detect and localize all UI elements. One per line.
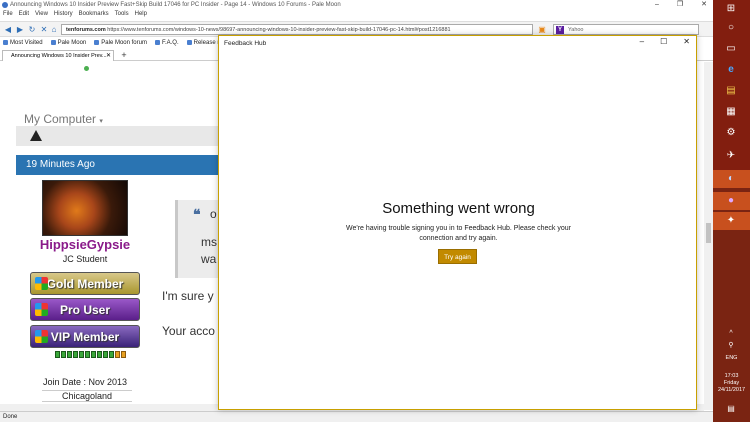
maximize-icon[interactable]: ❐ bbox=[677, 0, 683, 10]
windows-logo-icon bbox=[35, 330, 48, 343]
home-icon[interactable]: ⌂ bbox=[49, 25, 59, 35]
task-view-icon[interactable]: ▭ bbox=[725, 43, 737, 55]
menu-help[interactable]: Help bbox=[135, 11, 147, 20]
menu-view[interactable]: View bbox=[35, 11, 48, 20]
pale-moon-taskbar-item[interactable]: ◐ bbox=[713, 170, 750, 188]
close-icon[interactable]: ✕ bbox=[701, 0, 707, 10]
file-explorer-icon[interactable]: ▤ bbox=[725, 85, 737, 97]
clock-day[interactable]: Friday bbox=[713, 380, 750, 387]
pale-moon-icon: ◐ bbox=[727, 173, 735, 184]
store-icon[interactable]: ▦ bbox=[725, 106, 737, 118]
scrollbar-thumb[interactable] bbox=[706, 223, 711, 243]
post-header: 19 Minutes Ago bbox=[16, 155, 222, 175]
title-bar: Announcing Windows 10 Insider Preview Fa… bbox=[0, 0, 713, 10]
chevron-down-icon: ▾ bbox=[99, 118, 103, 125]
tab-label: Announcing Windows 10 Insider Prev... bbox=[11, 53, 107, 59]
stop-icon[interactable]: ✕ bbox=[39, 25, 49, 35]
minimize-icon[interactable]: – bbox=[640, 37, 644, 46]
reputation-bar bbox=[55, 351, 126, 358]
post-text-1: I'm sure y bbox=[162, 289, 214, 303]
rss-icon[interactable]: ▣ bbox=[537, 25, 547, 35]
minimize-icon[interactable]: – bbox=[655, 0, 659, 10]
windows-logo-icon bbox=[35, 303, 48, 316]
bookmark-most-visited[interactable]: Most Visited bbox=[3, 38, 43, 49]
quote-text-3: wa bbox=[201, 252, 217, 266]
new-tab-button[interactable]: + bbox=[118, 50, 130, 61]
bookmark-pale-moon-forum[interactable]: Pale Moon forum bbox=[94, 38, 147, 49]
taskbar: ⊞ ○ ▭ e ▤ ▦ ⚙ ✈ ◐ ● ✦ ^ ⚲ ENG 17:03 Frid… bbox=[713, 0, 750, 422]
dialog-title: Feedback Hub bbox=[224, 40, 267, 47]
settings-icon[interactable]: ⚙ bbox=[725, 127, 737, 139]
forward-icon[interactable]: ▶ bbox=[15, 25, 25, 35]
quote-icon: ❝ bbox=[193, 206, 201, 222]
bookmark-pale-moon[interactable]: Pale Moon bbox=[51, 38, 87, 49]
avatar[interactable] bbox=[42, 180, 128, 236]
location: Chicagoland bbox=[42, 390, 132, 402]
badge-label: Gold Member bbox=[46, 277, 124, 291]
network-icon[interactable]: ⚲ bbox=[725, 340, 737, 352]
badge-label: VIP Member bbox=[50, 330, 120, 344]
menu-edit[interactable]: Edit bbox=[19, 11, 29, 20]
warning-icon bbox=[30, 130, 42, 141]
search-icon[interactable]: ○ bbox=[725, 22, 737, 34]
quote-text-1: o bbox=[210, 207, 217, 221]
start-icon[interactable]: ⊞ bbox=[725, 3, 737, 15]
feedback-taskbar-item[interactable]: ● bbox=[713, 192, 750, 210]
feedback-hub-window: Feedback Hub – ☐ ✕ Something went wrong … bbox=[218, 35, 697, 410]
edge-icon[interactable]: e bbox=[725, 64, 737, 76]
menu-file[interactable]: File bbox=[3, 11, 13, 20]
quote-text-2: ms bbox=[201, 235, 217, 249]
error-message: We're having trouble signing you in to F… bbox=[346, 225, 571, 242]
menu-bar: File Edit View History Bookmarks Tools H… bbox=[0, 11, 147, 20]
tab-announcing[interactable]: Announcing Windows 10 Insider Prev... ✕ bbox=[2, 50, 114, 61]
yahoo-icon: Y bbox=[556, 26, 564, 34]
url-domain: tenforums.com bbox=[66, 27, 106, 33]
pro-user-badge: Pro User bbox=[30, 298, 140, 321]
online-status-icon bbox=[84, 66, 89, 71]
username[interactable]: HippsieGypsie bbox=[16, 237, 154, 252]
language-indicator[interactable]: ENG bbox=[713, 355, 750, 362]
feedback-hub-icon: ● bbox=[727, 195, 735, 206]
window-controls: – ❐ ✕ bbox=[655, 0, 707, 10]
chevron-up-icon[interactable]: ^ bbox=[725, 328, 737, 340]
search-input[interactable]: Y Yahoo bbox=[553, 24, 699, 35]
bookmark-faq[interactable]: F.A.Q. bbox=[155, 38, 179, 49]
try-again-button[interactable]: Try again bbox=[438, 249, 477, 264]
error-heading: Something went wrong bbox=[382, 200, 535, 217]
close-icon[interactable]: ✕ bbox=[683, 37, 690, 46]
join-date: Join Date : Nov 2013 bbox=[42, 377, 128, 387]
window-title: Announcing Windows 10 Insider Preview Fa… bbox=[10, 2, 341, 8]
clock-time[interactable]: 17:03 bbox=[713, 373, 750, 380]
warning-row bbox=[16, 126, 226, 146]
url-text: https://www.tenforums.com/windows-10-new… bbox=[107, 27, 451, 33]
reload-icon[interactable]: ↻ bbox=[27, 25, 37, 35]
post-time: 19 Minutes Ago bbox=[26, 159, 95, 170]
notifications-icon[interactable]: ▤ bbox=[725, 403, 737, 415]
app-icon[interactable]: ✈ bbox=[725, 150, 737, 162]
my-computer-label: My Computer bbox=[24, 112, 97, 126]
dialog-window-controls: – ☐ ✕ bbox=[640, 37, 690, 46]
people-icon: ✦ bbox=[726, 215, 736, 226]
vip-member-badge: VIP Member bbox=[30, 325, 140, 348]
maximize-icon[interactable]: ☐ bbox=[660, 37, 667, 46]
bookmarks-bar: Most Visited Pale Moon Pale Moon forum F… bbox=[0, 38, 232, 49]
windows-logo-icon bbox=[35, 277, 48, 290]
address-bar[interactable]: tenforums.com https://www.tenforums.com/… bbox=[61, 24, 533, 35]
clock-date[interactable]: 24/11/2017 bbox=[713, 387, 750, 394]
menu-bookmarks[interactable]: Bookmarks bbox=[79, 11, 109, 20]
my-computer-dropdown[interactable]: My Computer ▾ bbox=[24, 112, 103, 126]
user-title: JC Student bbox=[62, 254, 108, 264]
feedback-hub-taskbar-item[interactable]: ✦ bbox=[713, 212, 750, 230]
pale-moon-icon bbox=[2, 2, 8, 8]
search-placeholder: Yahoo bbox=[568, 27, 584, 33]
gold-member-badge: Gold Member bbox=[30, 272, 140, 295]
post-text-2: Your acco bbox=[162, 324, 215, 338]
status-text: Done bbox=[3, 414, 18, 420]
status-bar: Done bbox=[0, 411, 713, 422]
back-icon[interactable]: ◀ bbox=[3, 25, 13, 35]
menu-history[interactable]: History bbox=[54, 11, 73, 20]
tab-close-icon[interactable]: ✕ bbox=[106, 51, 111, 61]
badge-label: Pro User bbox=[59, 303, 111, 317]
menu-tools[interactable]: Tools bbox=[115, 11, 129, 20]
